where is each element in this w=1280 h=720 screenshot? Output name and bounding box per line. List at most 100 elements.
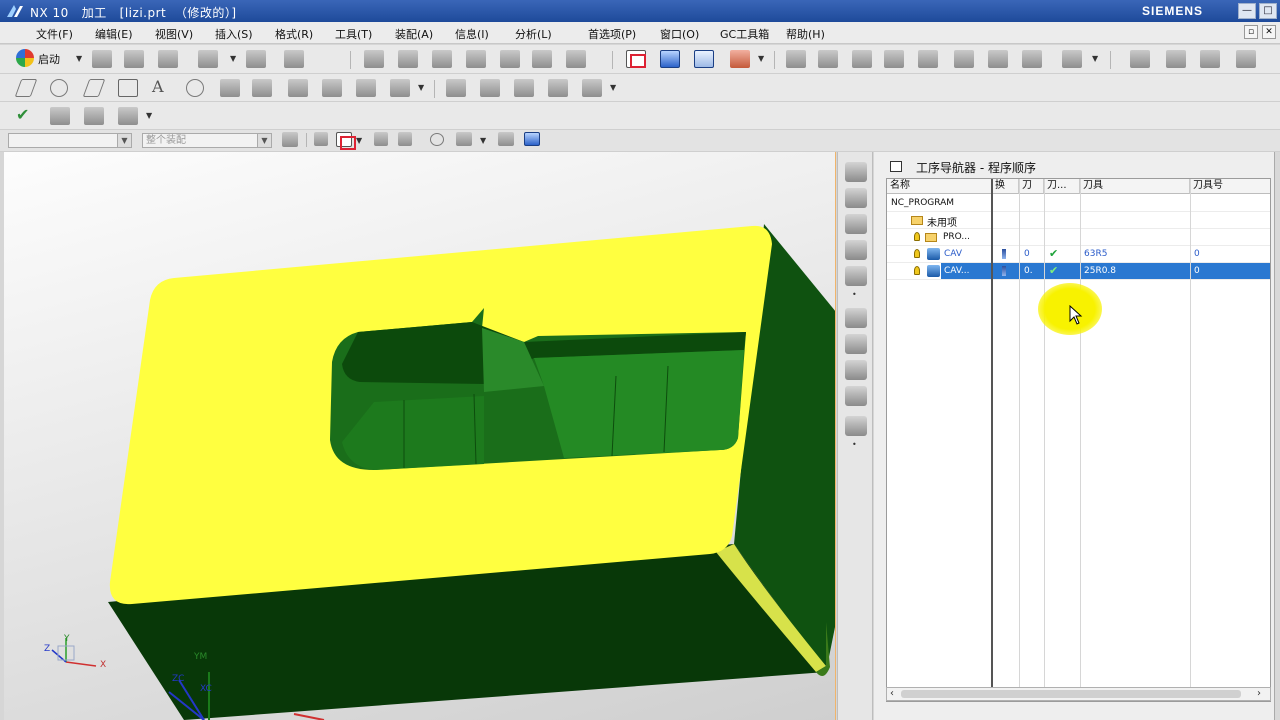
generate-toolpath-icon[interactable] bbox=[532, 50, 552, 68]
menu-format[interactable]: 格式(R) bbox=[275, 26, 313, 42]
tree-row-cav-1[interactable]: CAV 0 ✔ 63R5 0 bbox=[887, 246, 1270, 263]
menu-preferences[interactable]: 首选项(P) bbox=[588, 26, 636, 42]
assembly-navigator-icon[interactable] bbox=[845, 162, 867, 182]
tree-row-nc-program[interactable]: NC_PROGRAM bbox=[887, 195, 1270, 212]
zoom-icon[interactable] bbox=[954, 50, 974, 68]
tree-row-unused[interactable]: 未用项 bbox=[887, 212, 1270, 229]
chevron-down-icon[interactable]: ▼ bbox=[418, 83, 424, 92]
scroll-left-icon[interactable]: ‹ bbox=[890, 688, 894, 699]
display-icon[interactable] bbox=[1062, 50, 1082, 68]
scroll-right-icon[interactable]: › bbox=[1257, 688, 1261, 699]
measure-icon[interactable] bbox=[988, 50, 1008, 68]
constraint-navigator-icon[interactable] bbox=[845, 188, 867, 208]
orient-view-icon[interactable] bbox=[786, 50, 806, 68]
surface-icon[interactable] bbox=[356, 79, 376, 97]
create-program-icon[interactable] bbox=[364, 50, 384, 68]
menu-information[interactable]: 信息(I) bbox=[455, 26, 489, 42]
maximize-button[interactable]: □ bbox=[1259, 3, 1277, 19]
trim-curve-icon[interactable] bbox=[252, 79, 272, 97]
offset-curve-icon[interactable] bbox=[220, 79, 240, 97]
undo-icon[interactable] bbox=[198, 50, 218, 68]
menu-window[interactable]: 窗口(O) bbox=[660, 26, 699, 42]
menu-help[interactable]: 帮助(H) bbox=[786, 26, 825, 42]
circle-icon[interactable] bbox=[50, 79, 68, 97]
spline-icon[interactable] bbox=[186, 79, 204, 97]
part-model[interactable] bbox=[4, 152, 836, 720]
hole-icon[interactable] bbox=[480, 79, 500, 97]
pin-checkbox[interactable] bbox=[890, 161, 902, 172]
menu-view[interactable]: 视图(V) bbox=[155, 26, 193, 42]
info-icon[interactable] bbox=[1022, 50, 1042, 68]
col-tool[interactable]: 刀具 bbox=[1080, 179, 1190, 194]
menu-tools[interactable]: 工具(T) bbox=[335, 26, 372, 42]
text-icon[interactable]: A bbox=[152, 79, 172, 97]
filter-settings-icon[interactable] bbox=[282, 132, 298, 147]
create-tool-icon[interactable] bbox=[398, 50, 418, 68]
curve-analysis-icon[interactable] bbox=[548, 79, 568, 97]
part-cube-icon[interactable] bbox=[524, 132, 540, 146]
feature-icon[interactable] bbox=[446, 79, 466, 97]
create-method-icon[interactable] bbox=[466, 50, 486, 68]
web-browser-icon[interactable] bbox=[845, 386, 867, 406]
chevron-down-icon[interactable]: ▼ bbox=[1092, 54, 1098, 63]
snap-toggle-icon[interactable] bbox=[398, 132, 412, 146]
part-navigator-icon[interactable] bbox=[845, 214, 867, 234]
new-icon[interactable] bbox=[92, 50, 112, 68]
col-tool-number[interactable]: 刀具号 bbox=[1190, 179, 1270, 194]
graphics-viewport[interactable]: X Y Z YM ZC XC bbox=[4, 152, 836, 720]
menu-gc-toolbox[interactable]: GC工具箱 bbox=[720, 26, 769, 42]
snap-point-icon[interactable] bbox=[1130, 50, 1150, 68]
menu-analysis[interactable]: 分析(L) bbox=[515, 26, 552, 42]
chevron-down-icon[interactable]: ▼ bbox=[230, 54, 236, 63]
view-icon[interactable] bbox=[498, 132, 514, 146]
col-path[interactable]: 刀 bbox=[1019, 179, 1044, 194]
chevron-down-icon[interactable]: • bbox=[852, 440, 857, 449]
face-icon[interactable] bbox=[288, 79, 308, 97]
chevron-down-icon[interactable]: ▼ bbox=[76, 54, 82, 63]
chevron-down-icon[interactable]: • bbox=[852, 290, 857, 299]
operation-navigator-icon[interactable] bbox=[845, 308, 867, 328]
chevron-down-icon[interactable]: ▼ bbox=[480, 136, 486, 145]
type-filter-dropdown[interactable]: ▼ bbox=[8, 133, 132, 148]
col-tool-short[interactable]: 刀... bbox=[1044, 179, 1080, 194]
rect-select-icon[interactable] bbox=[336, 132, 356, 150]
create-operation-icon[interactable] bbox=[500, 50, 520, 68]
blend-icon[interactable] bbox=[390, 79, 410, 97]
col-name[interactable]: 名称 bbox=[887, 179, 992, 194]
reuse-library-icon[interactable] bbox=[845, 240, 867, 260]
menu-insert[interactable]: 插入(S) bbox=[215, 26, 253, 42]
sheet-icon[interactable] bbox=[582, 79, 602, 97]
render-style-icon[interactable] bbox=[730, 50, 750, 68]
col-change[interactable]: 换 bbox=[992, 179, 1019, 194]
chevron-down-icon[interactable]: ▼ bbox=[758, 54, 764, 63]
history-icon[interactable] bbox=[845, 416, 867, 436]
fit-view-icon[interactable] bbox=[626, 50, 646, 68]
snap-point-center-icon[interactable] bbox=[430, 133, 444, 146]
line-icon[interactable] bbox=[14, 79, 38, 97]
layer-icon[interactable] bbox=[918, 50, 938, 68]
save-icon[interactable] bbox=[158, 50, 178, 68]
scope-dropdown[interactable]: 整个装配 ▼ bbox=[142, 133, 272, 148]
chevron-down-icon[interactable]: ▼ bbox=[146, 111, 152, 120]
machining-feature-navigator-icon[interactable] bbox=[845, 360, 867, 380]
menu-assembly[interactable]: 装配(A) bbox=[395, 26, 433, 42]
minimize-button[interactable]: — bbox=[1238, 3, 1256, 19]
chevron-down-icon[interactable]: ▼ bbox=[610, 83, 616, 92]
close-icon[interactable]: ✕ bbox=[1262, 25, 1276, 39]
pan-icon[interactable] bbox=[852, 50, 872, 68]
scroll-thumb[interactable] bbox=[901, 690, 1241, 698]
snap-center-icon[interactable] bbox=[1236, 50, 1256, 68]
check-tool-icon[interactable]: ✔ bbox=[16, 107, 36, 125]
tree-row-cav-2[interactable]: CAV... 0. ✔ 25R0.8 0 bbox=[887, 263, 1270, 280]
redo-icon[interactable] bbox=[246, 50, 266, 68]
snap-midpoint-icon[interactable] bbox=[1200, 50, 1220, 68]
verify-toolpath-icon[interactable] bbox=[566, 50, 586, 68]
wireframe-cube-icon[interactable] bbox=[694, 50, 714, 68]
hd3d-tools-icon[interactable] bbox=[845, 266, 867, 286]
open-icon[interactable] bbox=[124, 50, 144, 68]
list-icon[interactable] bbox=[84, 107, 104, 125]
select-icon[interactable] bbox=[314, 132, 328, 146]
menu-file[interactable]: 文件(F) bbox=[36, 26, 73, 42]
rectangle-icon[interactable] bbox=[118, 79, 138, 97]
repeat-command-icon[interactable] bbox=[284, 50, 304, 68]
